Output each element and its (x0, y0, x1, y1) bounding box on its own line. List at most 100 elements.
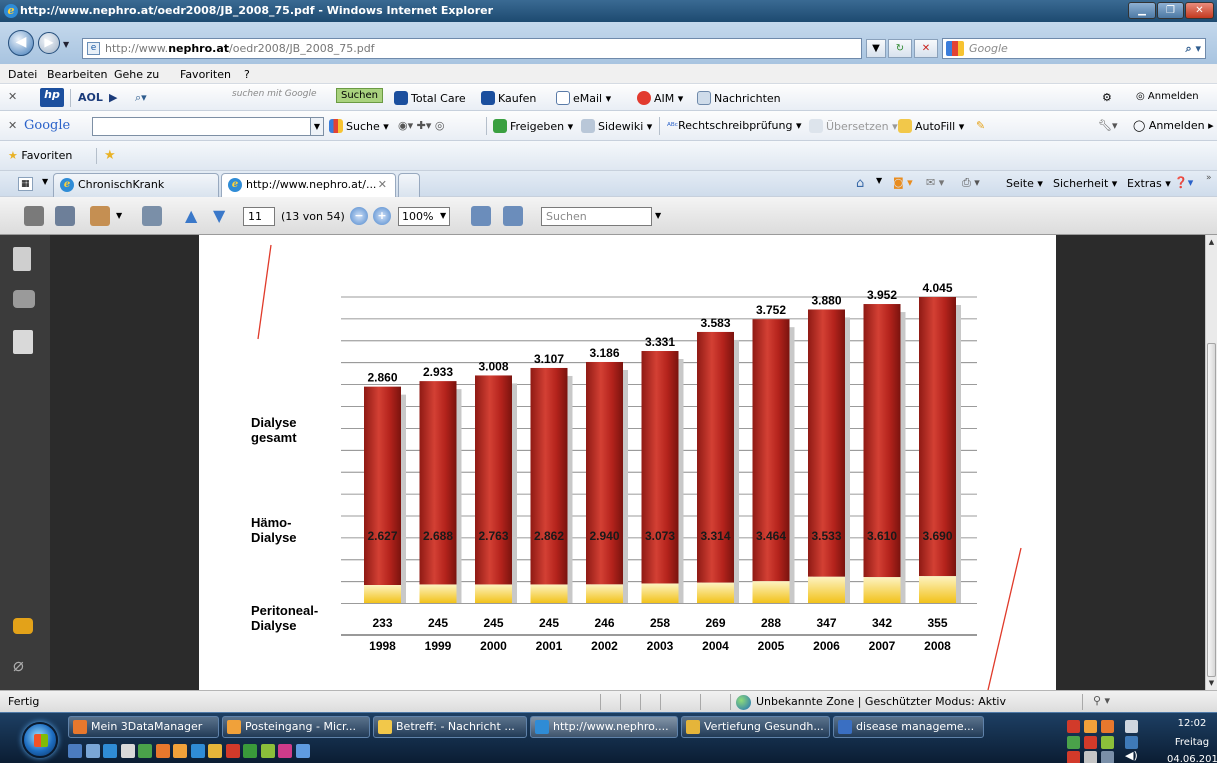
spellcheck-button[interactable]: ᴬᴮᶜRechtschreibprüfung ▾ (667, 119, 802, 132)
start-button[interactable] (22, 722, 58, 758)
share-dropdown-icon[interactable]: ▼ (116, 211, 122, 220)
aol-logo[interactable]: AOL (78, 91, 103, 104)
wrench-icon[interactable]: 🔧︎▾ (1098, 119, 1118, 132)
more-commands-icon[interactable]: » (1206, 173, 1212, 183)
scroll-down-icon[interactable]: ▼ (1206, 676, 1217, 690)
quick-launch-icon[interactable] (225, 744, 240, 758)
aol-signin-link[interactable]: ◎ Anmelden (1136, 91, 1199, 102)
tab-chronischkrank[interactable]: e ChronischKrank (53, 173, 219, 197)
taskbar-button[interactable]: http://www.nephro.... (530, 716, 678, 738)
home-dropdown-icon[interactable]: ▼ (876, 176, 882, 185)
fit-page-icon[interactable] (503, 206, 523, 226)
pdf-info-icon[interactable] (13, 330, 33, 354)
menu-favorites[interactable]: Favoriten (180, 68, 231, 81)
tab-nephro[interactable]: e http://www.nephro.at/... ✕ (221, 173, 396, 197)
gear-icon[interactable]: ⚙ (1102, 91, 1112, 104)
quick-tabs-icon[interactable]: ▦ (18, 177, 33, 191)
tray-icon[interactable] (1067, 736, 1080, 749)
feeds-icon[interactable]: ◙ ▾ (893, 176, 913, 189)
minimize-button[interactable]: ▁ (1128, 2, 1156, 19)
home-icon[interactable]: ⌂ (856, 176, 864, 191)
share-icon[interactable] (90, 206, 110, 226)
menu-file[interactable]: Datei (8, 68, 37, 81)
quick-launch-icon[interactable] (103, 744, 117, 758)
attachment-icon[interactable]: ⌀ (13, 655, 37, 679)
aol-arrow-icon[interactable]: ▶ (109, 91, 117, 104)
hand-tool-icon[interactable] (142, 206, 162, 226)
mail-icon[interactable]: ✉ ▾ (926, 176, 944, 189)
tray-icon[interactable] (1101, 720, 1114, 733)
close-window-button[interactable]: ✕ (1185, 2, 1214, 19)
quick-launch-icon[interactable] (173, 744, 187, 758)
save-icon[interactable] (55, 206, 75, 226)
aim-button[interactable]: AIM ▾ (637, 91, 683, 105)
tray-icon[interactable] (1101, 736, 1114, 749)
maximize-button[interactable]: ❐ (1157, 2, 1184, 19)
address-dropdown-button[interactable]: ▼ (866, 39, 886, 58)
vertical-scrollbar[interactable]: ▲ ▼ (1205, 235, 1217, 690)
translate-button[interactable]: Übersetzen ▾ (809, 119, 898, 133)
taskbar-button[interactable]: disease manageme... (833, 716, 984, 738)
page-number-input[interactable]: 11 (243, 207, 275, 226)
taskbar-button[interactable]: Posteingang - Micr... (222, 716, 370, 738)
binoculars-icon[interactable] (13, 290, 35, 308)
tab-list-dropdown-icon[interactable]: ▼ (42, 177, 48, 186)
tray-icon[interactable] (1125, 720, 1138, 733)
google-search-button[interactable]: Suche ▾ (329, 119, 389, 133)
google-search-dropdown-button[interactable]: ▼ (310, 117, 324, 136)
tray-icon[interactable] (1084, 720, 1097, 733)
refresh-button[interactable]: ↻ (888, 39, 912, 58)
stop-button[interactable]: ✕ (914, 39, 938, 58)
pencil-icon[interactable]: ✎ (976, 119, 985, 132)
quick-launch-icon[interactable] (190, 744, 205, 758)
zoom-in-icon[interactable]: + (373, 207, 391, 225)
tray-icon[interactable] (1101, 751, 1114, 763)
menu-help[interactable]: ? (244, 68, 250, 81)
clock[interactable]: 12:02 Freitag 04.06.2010 (1167, 717, 1217, 763)
favorites-button[interactable]: ★ Favoriten (8, 149, 72, 162)
taskbar-button[interactable]: Betreff: - Nachricht ... (373, 716, 527, 738)
tray-icon[interactable] (1084, 736, 1097, 749)
scroll-up-icon[interactable]: ▲ (1206, 235, 1217, 249)
tools-menu[interactable]: Extras ▾ (1127, 177, 1171, 190)
close-toolbar-icon[interactable]: ✕ (8, 90, 17, 103)
quick-launch-icon[interactable] (243, 744, 257, 758)
zoom-level-icon[interactable]: ⚲ ▾ (1093, 694, 1110, 707)
total-care-button[interactable]: Total Care (394, 91, 466, 105)
pdf-search-input[interactable]: Suchen (541, 207, 652, 226)
kaufen-button[interactable]: Kaufen (481, 91, 536, 105)
email-button[interactable]: eMail ▾ (556, 91, 611, 105)
menu-edit[interactable]: Bearbeiten (47, 68, 107, 81)
search-input[interactable]: Google ⌕ ▾ (942, 38, 1206, 59)
history-dropdown-icon[interactable]: ▼ (63, 40, 69, 49)
back-button[interactable]: ◀ (8, 30, 34, 56)
forward-button[interactable]: ▶ (38, 32, 60, 54)
pages-icon[interactable] (13, 247, 31, 271)
search-icon[interactable]: ⌕▾ (135, 91, 147, 105)
menu-goto[interactable]: Gehe zu (114, 68, 159, 81)
safety-menu[interactable]: Sicherheit ▾ (1053, 177, 1117, 190)
security-zone[interactable]: Unbekannte Zone | Geschützter Modus: Akt… (736, 695, 1006, 710)
google-search-input[interactable] (92, 117, 312, 136)
tray-icon[interactable] (1067, 720, 1080, 733)
search-dropdown-icon[interactable]: ▼ (655, 211, 661, 220)
tray-icon[interactable] (1067, 751, 1080, 763)
tray-icon[interactable] (1084, 751, 1097, 763)
taskbar-button[interactable]: Vertiefung Gesundh... (681, 716, 830, 738)
search-icon[interactable]: ⌕ ▾ (1185, 39, 1201, 58)
network-icon[interactable] (1125, 736, 1138, 749)
fit-width-icon[interactable] (471, 206, 491, 226)
print-icon[interactable]: ⎙ ▾ (962, 176, 980, 190)
comments-icon[interactable] (13, 618, 33, 634)
next-page-icon[interactable]: ▼ (213, 206, 225, 225)
quick-launch-icon[interactable] (85, 744, 100, 758)
page-menu[interactable]: Seite ▾ (1006, 177, 1043, 190)
quick-launch-icon[interactable] (260, 744, 275, 758)
new-tab-button[interactable] (398, 173, 420, 197)
taskbar-button[interactable]: Mein 3DataManager (68, 716, 219, 738)
help-icon[interactable]: ❓▾ (1174, 176, 1193, 189)
google-signin-link[interactable]: ◯ Anmelden ▸ (1133, 119, 1214, 132)
quick-launch-icon[interactable] (278, 744, 292, 758)
zoom-out-icon[interactable]: − (350, 207, 368, 225)
share-button[interactable]: Freigeben ▾ (493, 119, 573, 133)
